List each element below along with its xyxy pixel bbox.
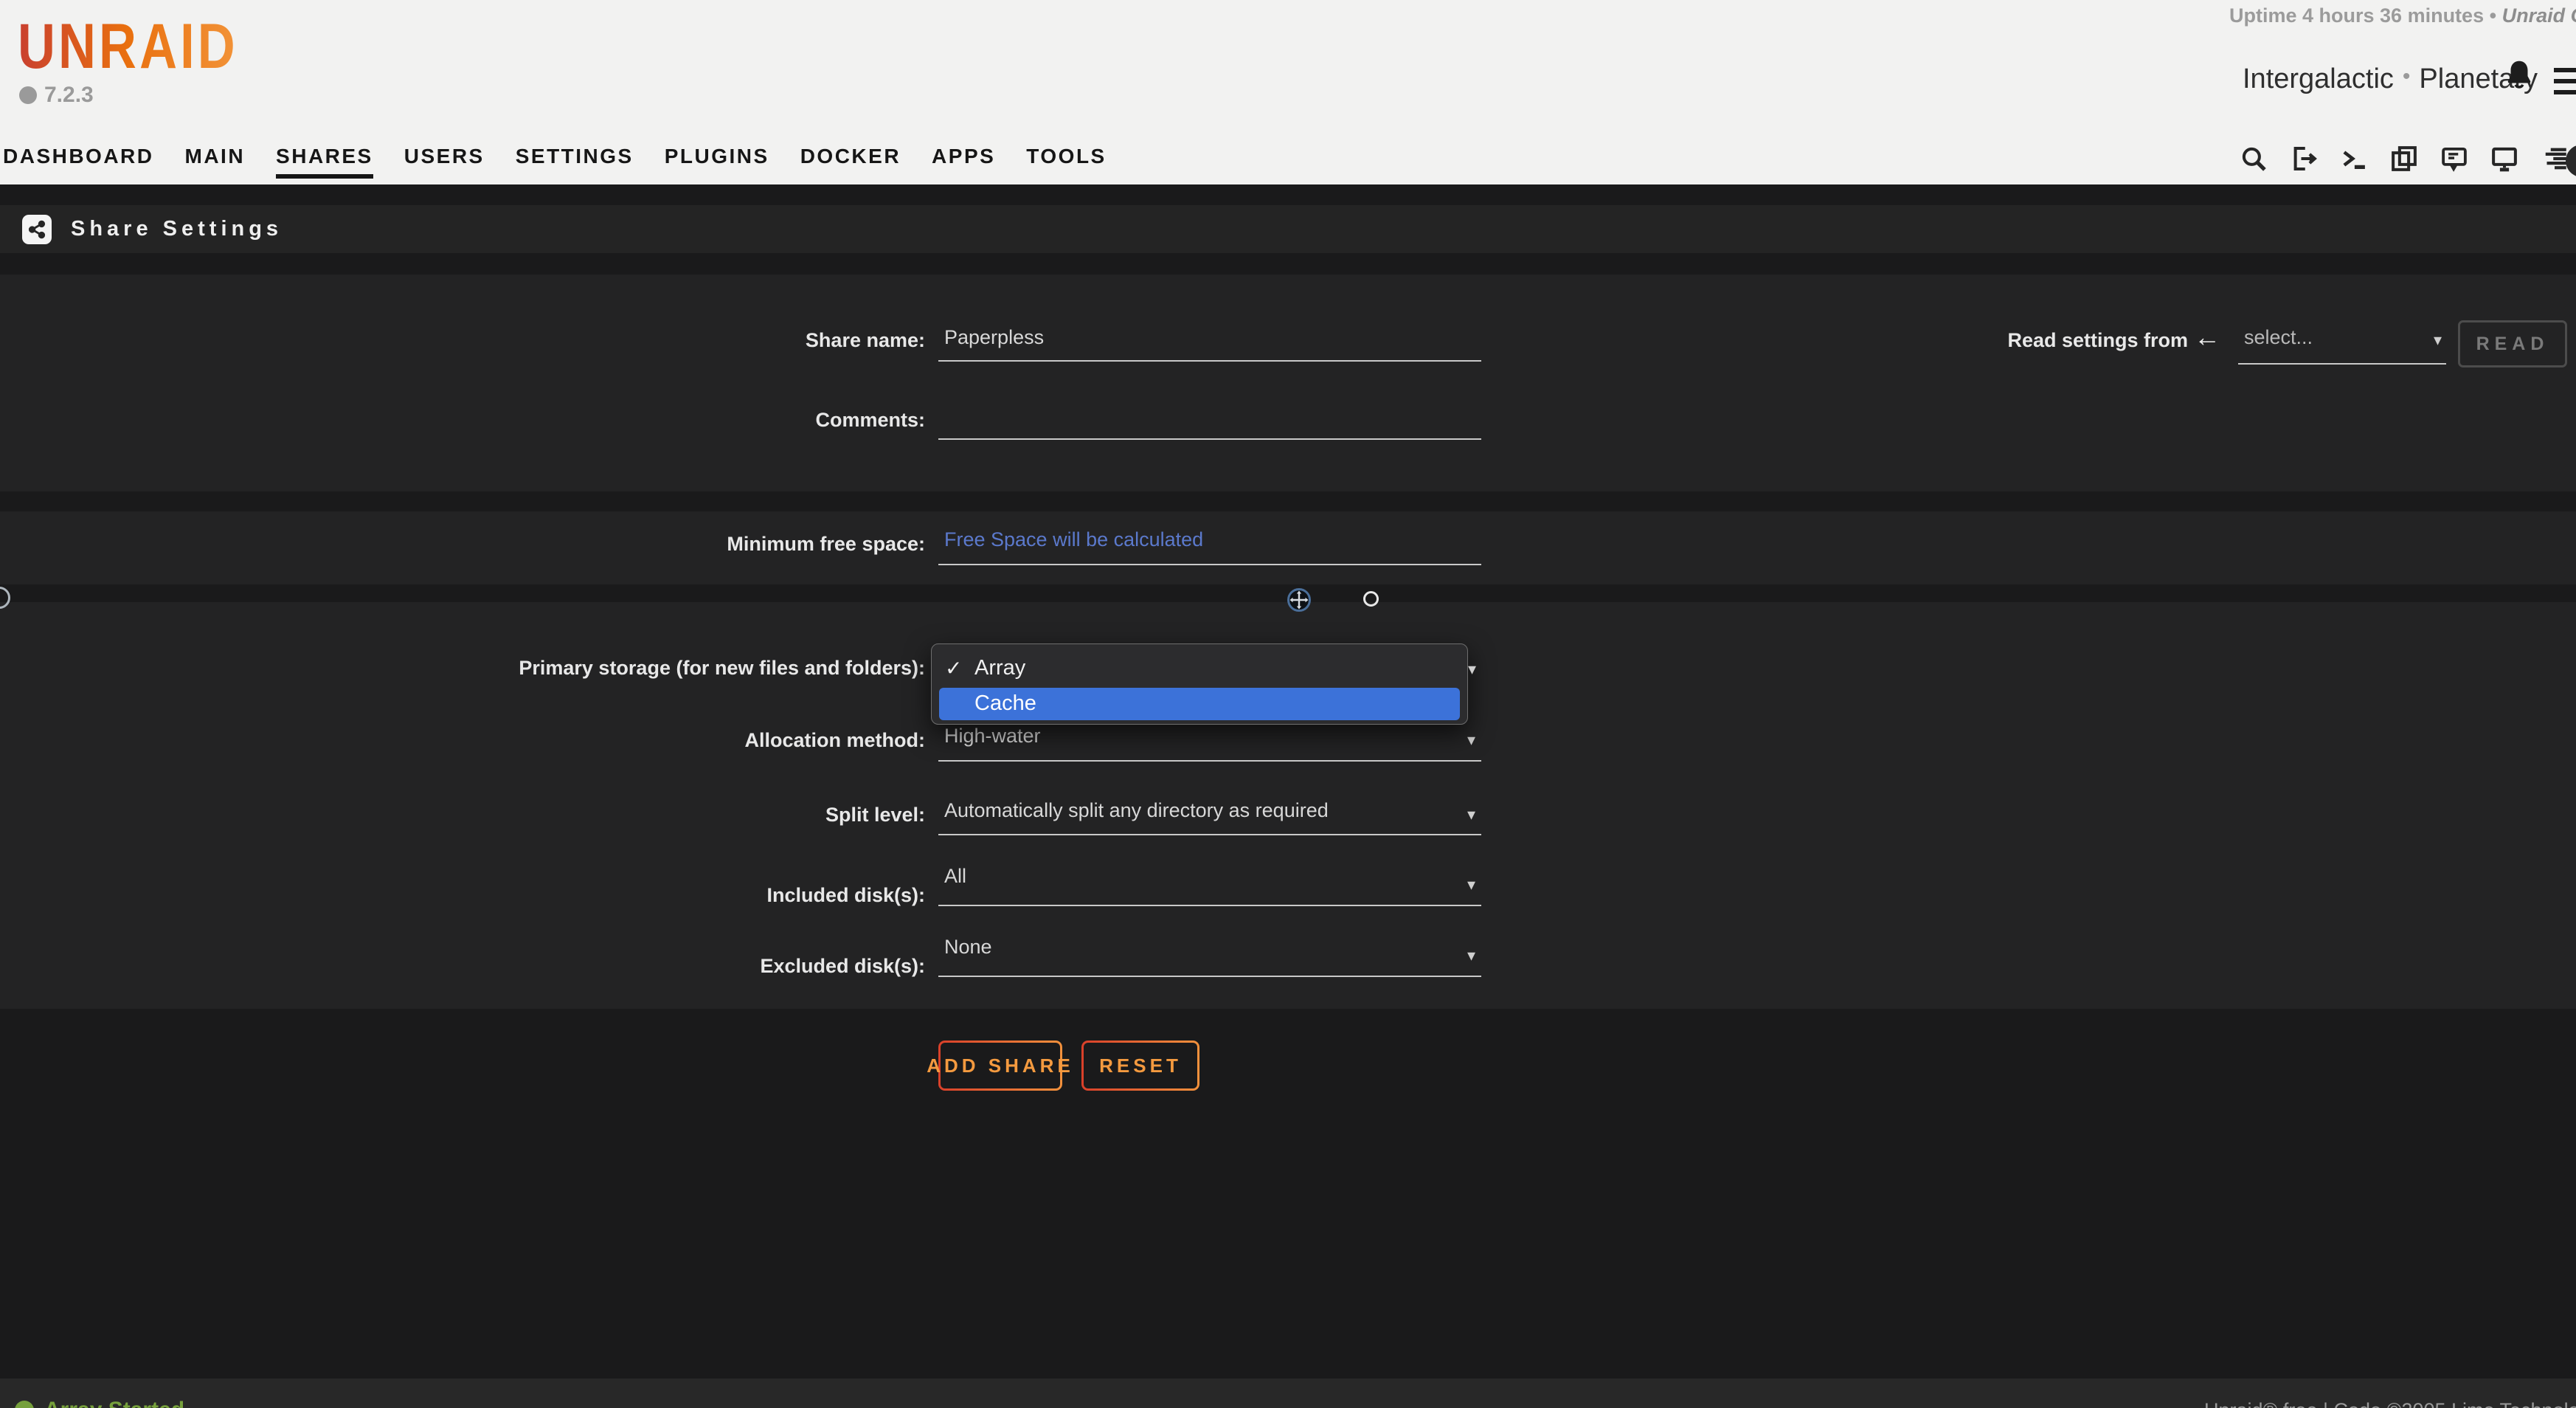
share-name-label: Share name:: [0, 329, 925, 352]
split-level-value: Automatically split any directory as req…: [944, 799, 1329, 822]
option-label: Array: [974, 656, 1025, 680]
server-separator: •: [2394, 64, 2420, 89]
nav-item-apps[interactable]: APPS: [932, 145, 995, 174]
add-share-button-label: ADD SHARE: [941, 1043, 1060, 1088]
share-name-input[interactable]: Paperpless: [938, 325, 1481, 362]
header: UNRAID 7.2.3 Uptime 4 hours 36 minutes •…: [0, 0, 2576, 184]
array-status-label: Array Started: [44, 1398, 184, 1408]
share-nodes-icon: [22, 215, 52, 244]
feedback-icon[interactable]: [2439, 143, 2470, 174]
min-free-space-label: Minimum free space:: [0, 533, 925, 556]
version-row: 7.2.3: [19, 83, 94, 108]
server-line: Intergalactic•Planetary: [2243, 63, 2538, 95]
search-icon[interactable]: [2238, 143, 2269, 174]
uptime-text: Uptime 4 hours 36 minutes: [2229, 4, 2484, 27]
back-arrow-icon: ←: [2194, 322, 2220, 353]
comments-label: Comments:: [0, 409, 925, 432]
move-cursor-icon: [1285, 586, 1313, 618]
page-title: Share Settings: [71, 217, 283, 241]
copy-icon[interactable]: [2389, 143, 2420, 174]
split-level-select[interactable]: Automatically split any directory as req…: [938, 798, 1481, 835]
version-icon: [19, 86, 37, 104]
chevron-down-icon: ▾: [1467, 946, 1475, 965]
included-disks-select[interactable]: All ▾: [938, 863, 1481, 906]
allocation-method-label: Allocation method:: [0, 729, 925, 752]
reset-button-label: RESET: [1084, 1043, 1197, 1088]
split-level-label: Split level:: [0, 804, 925, 826]
chevron-down-icon: ▾: [1468, 660, 1476, 679]
nav-item-tools[interactable]: TOOLS: [1026, 145, 1106, 174]
array-status-icon: [15, 1401, 34, 1408]
chevron-down-icon: ▾: [1467, 805, 1475, 824]
nav-toolbar: [2238, 143, 2570, 174]
option-label: Cache: [974, 691, 1036, 716]
min-free-space-placeholder: Free Space will be calculated: [944, 528, 1203, 551]
uptime-line: Uptime 4 hours 36 minutes • Unraid OS St…: [2229, 4, 2576, 27]
nav-item-dashboard[interactable]: DASHBOARD: [3, 145, 154, 174]
version-label: 7.2.3: [44, 83, 94, 108]
excluded-disks-label: Excluded disk(s):: [0, 955, 925, 978]
nav-item-plugins[interactable]: PLUGINS: [665, 145, 769, 174]
chevron-down-icon: ▾: [1467, 731, 1475, 750]
included-disks-label: Included disk(s):: [0, 884, 925, 907]
unraid-webgui: UNRAID 7.2.3 Uptime 4 hours 36 minutes •…: [0, 0, 2576, 1408]
server-name[interactable]: Intergalactic: [2243, 63, 2394, 94]
nav-item-docker[interactable]: DOCKER: [800, 145, 901, 174]
excluded-disks-value: None: [944, 936, 992, 959]
chevron-down-icon: ▾: [1467, 875, 1475, 894]
nav-item-shares[interactable]: SHARES: [276, 145, 373, 179]
add-share-button[interactable]: ADD SHARE: [938, 1041, 1062, 1091]
circle-cursor-icon: [1363, 591, 1379, 607]
section-share-identity: [0, 275, 2576, 491]
min-free-space-input[interactable]: Free Space will be calculated: [938, 527, 1481, 565]
chevron-down-icon: ▾: [2434, 331, 2442, 350]
dropdown-option-array[interactable]: ✓ Array: [932, 649, 1467, 686]
copyright-label: Unraid® free | Code ©2005 Lime Technolog…: [2204, 1399, 2576, 1408]
nav-item-main[interactable]: MAIN: [185, 145, 246, 174]
notifications-bell-icon[interactable]: [2502, 58, 2536, 95]
uptime-separator: •: [2490, 4, 2496, 27]
dropdown-option-cache[interactable]: Cache: [939, 688, 1460, 720]
allocation-method-select[interactable]: High-water ▾: [938, 723, 1481, 762]
unraid-logo[interactable]: UNRAID: [18, 10, 238, 83]
page-title-bar: Share Settings: [0, 205, 2576, 253]
read-button[interactable]: READ: [2458, 320, 2567, 367]
terminal-icon[interactable]: [2338, 143, 2369, 174]
main-nav: DASHBOARD MAIN SHARES USERS SETTINGS PLU…: [3, 145, 1107, 179]
sign-out-icon[interactable]: [2288, 143, 2319, 174]
read-settings-label: Read settings from: [1918, 329, 2188, 352]
nav-item-users[interactable]: USERS: [404, 145, 485, 174]
share-name-value: Paperpless: [944, 326, 1044, 349]
included-disks-value: All: [944, 865, 966, 888]
read-settings-select-value: select...: [2244, 326, 2313, 349]
check-icon: ✓: [945, 656, 962, 680]
comments-input[interactable]: [938, 403, 1481, 440]
primary-storage-dropdown: ✓ Array Cache: [931, 643, 1468, 725]
footer: Array Started Unraid® free | Code ©2005 …: [0, 1378, 2576, 1408]
os-edition-text: Unraid OS Starter: [2502, 4, 2576, 27]
nav-item-settings[interactable]: SETTINGS: [516, 145, 634, 174]
allocation-method-value: High-water: [944, 725, 1041, 748]
reset-button[interactable]: RESET: [1081, 1041, 1199, 1091]
array-status[interactable]: Array Started: [15, 1398, 184, 1408]
remote-display-icon[interactable]: [2489, 143, 2520, 174]
copyright-text: Unraid® free | Code ©2005 Lime Technolog…: [2204, 1399, 2576, 1408]
primary-storage-label: Primary storage (for new files and folde…: [0, 657, 925, 680]
excluded-disks-select[interactable]: None ▾: [938, 934, 1481, 977]
menu-icon[interactable]: [2554, 68, 2576, 101]
read-settings-select[interactable]: select... ▾: [2238, 325, 2446, 365]
